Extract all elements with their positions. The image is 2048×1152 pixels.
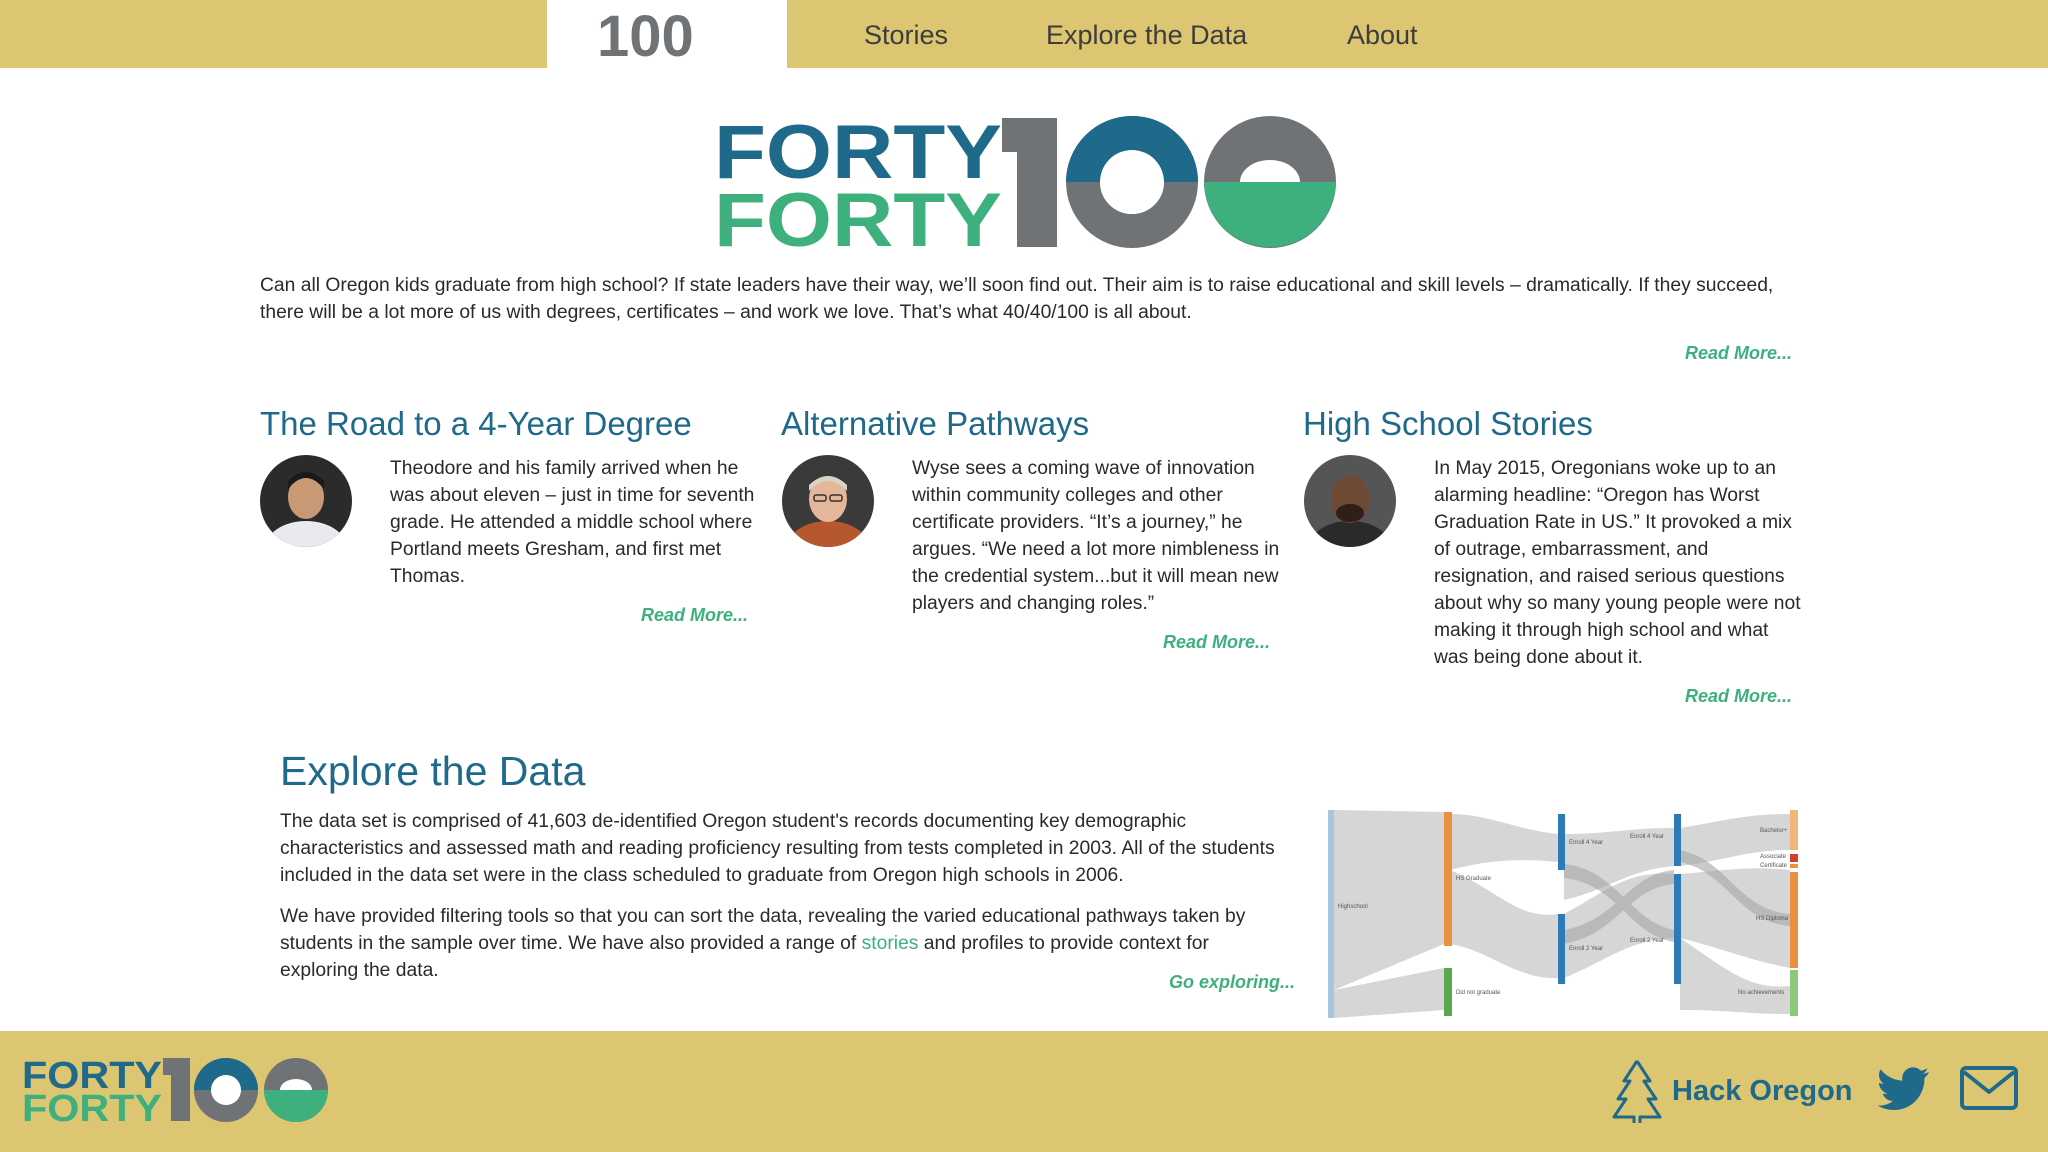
sankey-node-highschool [1328,810,1334,1018]
go-exploring-link[interactable]: Go exploring... [1169,972,1295,993]
intro-paragraph: Can all Oregon kids graduate from high s… [260,275,1774,323]
avatar-wyse[interactable] [782,455,874,547]
nav-logo-mark: 100 [597,6,694,62]
sankey-label-certificate: Certificate [1760,863,1788,869]
sankey-label-associate: Associate [1760,854,1787,860]
top-nav-bar [0,0,2048,68]
story-1-read-more-link[interactable]: Read More... [641,605,748,626]
footer-logo-first-zero [194,1058,258,1122]
email-icon[interactable] [1960,1066,2018,1110]
nav-explore-data[interactable]: Explore the Data [1046,0,1247,68]
logo-digit-one [1002,118,1057,247]
intro-read-more-link[interactable]: Read More... [1685,343,1792,364]
footer-forty-forty-100-logo[interactable]: FORTY FORTY [22,1055,332,1123]
sankey-node-no-achievements [1790,970,1798,1016]
avatar-theodore[interactable] [260,455,352,547]
nav-stories[interactable]: Stories [864,0,948,68]
sankey-node-enroll-4yr-b [1674,814,1681,866]
sankey-label-enroll-4yr-b: Enroll 4 Year [1630,834,1664,840]
sankey-label-enroll-2yr-a: Enroll 2 Year [1569,946,1603,952]
sankey-label-no-achievements: No achievements [1738,990,1784,996]
twitter-icon[interactable] [1878,1066,1930,1110]
sankey-label-enroll-4yr-a: Enroll 4 Year [1569,840,1603,846]
footer-logo-digit-one [163,1058,190,1121]
nav-home-logo[interactable]: 100 [547,0,787,68]
logo-forty-bottom: FORTY [714,178,1002,250]
logo-first-zero [1066,116,1198,248]
sankey-node-enroll-4yr-a [1558,814,1565,870]
sankey-label-did-not-graduate: Did not graduate [1456,990,1501,996]
sankey-node-certificate [1790,864,1798,868]
sankey-node-hs-diploma [1790,872,1798,968]
logo-second-zero [1204,116,1336,248]
hack-oregon-label: Hack Oregon [1672,1074,1853,1107]
footer-logo-forty-bottom: FORTY [22,1088,162,1123]
sankey-label-bachelor: Bachelor+ [1760,828,1788,834]
explore-paragraph-2: We have provided filtering tools so that… [280,903,1280,984]
explore-paragraph-1: The data set is comprised of 41,603 de-i… [280,811,1275,886]
footer-logo-second-zero [264,1058,328,1122]
story-text-high-school-stories: In May 2015, Oregonians woke up to an al… [1434,458,1801,668]
explore-section-title: Explore the Data [280,748,586,794]
story-3-read-more-link[interactable]: Read More... [1685,686,1792,707]
sankey-node-enroll-2yr-a [1558,914,1565,984]
sankey-label-enroll-2yr-b: Enroll 2 Year [1630,938,1664,944]
sankey-label-hs-graduate: HS Graduate [1456,876,1492,882]
hack-oregon-link[interactable]: Hack Oregon [1612,1058,1853,1124]
nav-about[interactable]: About [1347,0,1418,68]
forty-forty-100-logo: FORTY FORTY [714,112,1336,250]
story-2-read-more-link[interactable]: Read More... [1163,632,1270,653]
sankey-node-hs-graduate [1444,812,1452,946]
stories-inline-link[interactable]: stories [862,933,919,954]
sankey-node-associate [1790,854,1798,862]
sankey-node-enroll-2yr-b [1674,874,1681,984]
story-title-road-to-4-year[interactable]: The Road to a 4-Year Degree [260,405,692,443]
sankey-label-highschool: Highschool [1338,904,1368,910]
story-title-high-school-stories[interactable]: High School Stories [1303,405,1593,443]
story-title-alternative-pathways[interactable]: Alternative Pathways [781,405,1089,443]
tree-icon [1612,1060,1662,1123]
sankey-diagram-preview[interactable]: Highschool HS Graduate Did not graduate … [1328,810,1800,1018]
sankey-node-did-not-graduate [1444,968,1452,1016]
sankey-label-hs-diploma: HS Diploma [1756,916,1789,922]
nav-logo-text: 100 [597,6,694,62]
avatar-high-school[interactable] [1304,455,1396,547]
story-text-alternative-pathways: Wyse sees a coming wave of innovation wi… [912,458,1280,614]
sankey-node-bachelor [1790,810,1798,850]
story-text-road-to-4-year: Theodore and his family arrived when he … [390,458,755,587]
